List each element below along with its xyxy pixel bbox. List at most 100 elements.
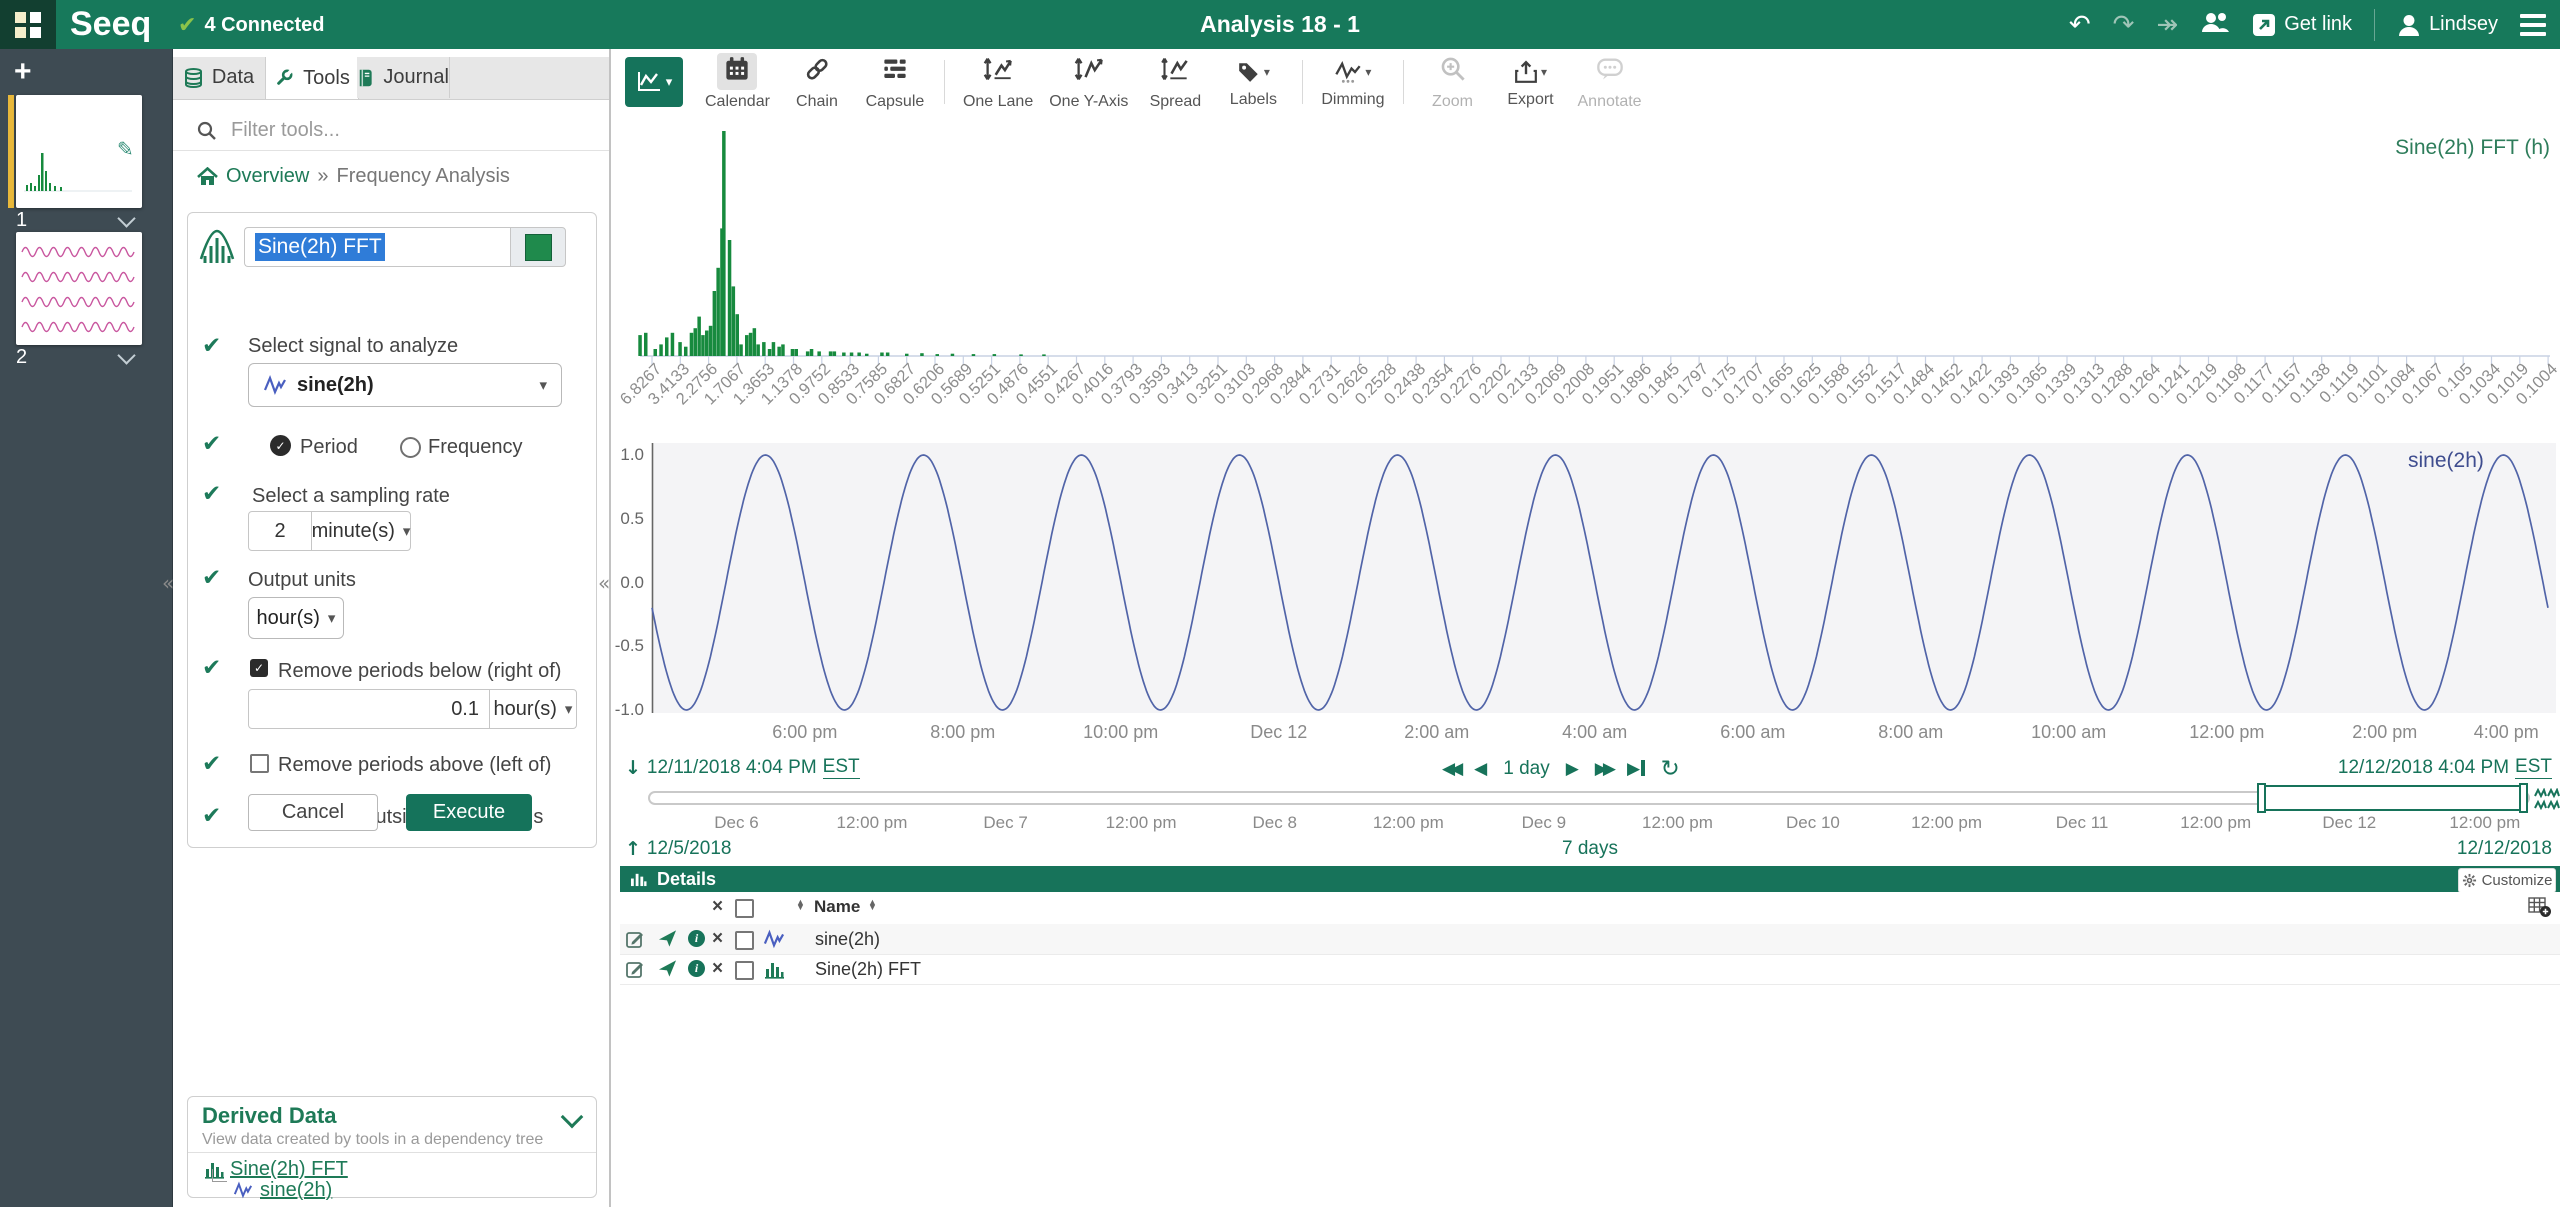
sine-trend-chart[interactable] [620, 440, 2560, 720]
hamburger-menu-icon[interactable] [2520, 14, 2546, 36]
toolbar-chain-button[interactable]: Chain [778, 53, 856, 111]
add-column-icon[interactable] [2528, 896, 2552, 918]
redo-icon[interactable]: ↷ [2113, 12, 2135, 38]
tab-data[interactable]: Data [173, 57, 266, 98]
cancel-button[interactable]: Cancel [248, 794, 378, 831]
remove-below-checkbox[interactable]: ✓ [250, 659, 268, 677]
user-menu[interactable]: Lindsey [2397, 13, 2498, 37]
signal-select[interactable]: sine(2h) ▾ [248, 363, 562, 407]
derived-item-fft[interactable]: Sine(2h) FFT [230, 1158, 348, 1181]
toolbar-dimming-button[interactable]: ▾ Dimming [1313, 56, 1392, 109]
select-all-checkbox[interactable] [735, 899, 754, 918]
sine-x-tick-label: 8:00 am [1851, 722, 1971, 743]
range-start[interactable]: ↓ 12/11/2018 4:04 PM EST [625, 756, 860, 779]
toolbar-zoom-button[interactable]: Zoom [1414, 53, 1492, 111]
remove-below-unit-select[interactable]: hour(s)▾ [489, 689, 577, 729]
sine-series-label[interactable]: sine(2h) [2408, 449, 2484, 473]
topbar-actions: ↶ ↷ ↠ Get link Lindsey [2069, 0, 2546, 49]
wave-zoom-icon[interactable] [2534, 788, 2560, 815]
toolbar-labels-button[interactable]: ▾ Labels [1214, 56, 1292, 109]
info-icon[interactable]: i [688, 930, 705, 947]
execute-button[interactable]: Execute [406, 794, 532, 831]
divider [2374, 9, 2375, 41]
tab-tools[interactable]: Tools [265, 57, 359, 99]
worksheet-thumbnail-1[interactable]: ✎ [16, 95, 142, 208]
toolbar-spread-button[interactable]: Spread [1136, 53, 1214, 111]
step-to-end-icon[interactable]: ▶ [1627, 759, 1645, 779]
edit-pencil-icon[interactable]: ✎ [117, 137, 134, 161]
tab-bar: Data Tools Journal [173, 57, 609, 100]
chevron-down-icon[interactable] [117, 209, 135, 227]
users-icon[interactable] [2200, 10, 2230, 39]
toolbar-one-lane-button[interactable]: One Lane [955, 53, 1041, 111]
selection-right-handle[interactable] [2519, 783, 2528, 813]
investigate-tick-label: 12:00 pm [2156, 813, 2276, 833]
customize-button[interactable]: Customize [2458, 868, 2556, 893]
sampling-unit-select[interactable]: minute(s)▾ [311, 511, 411, 551]
view-mode-button[interactable]: ▾ [625, 57, 683, 107]
step-forward-icon[interactable]: ▶ [1566, 759, 1579, 779]
toolbar-export-button[interactable]: ▾ Export [1492, 56, 1570, 109]
period-radio[interactable]: ✓ [270, 435, 291, 456]
send-icon[interactable] [658, 959, 677, 983]
one-lane-icon [983, 56, 1013, 82]
worksheet-thumbnail-2[interactable] [16, 232, 142, 345]
undo-icon[interactable]: ↶ [2069, 12, 2091, 38]
toolbar-annotate-button[interactable]: Annotate [1570, 53, 1650, 111]
fft-bar-chart[interactable] [620, 118, 2560, 368]
details-row-sine[interactable]: i × sine(2h) [620, 924, 2560, 955]
remove-icon[interactable]: × [712, 929, 723, 948]
chevron-down-icon[interactable] [117, 346, 135, 364]
bar-chart-icon [764, 959, 784, 979]
details-row-fft[interactable]: i × Sine(2h) FFT [620, 954, 2560, 985]
collapse-left-handle[interactable]: « [162, 571, 174, 595]
tab-journal[interactable]: Journal [357, 57, 450, 98]
investigate-duration[interactable]: 7 days [620, 838, 2560, 860]
color-picker-button[interactable] [510, 227, 566, 267]
sort-icon[interactable]: ▲▼ [868, 900, 877, 910]
investigate-tick-label: 12:00 pm [2425, 813, 2545, 833]
step-check-icon: ✔ [202, 803, 221, 829]
investigate-selection[interactable] [2261, 785, 2524, 811]
redo-all-icon[interactable]: ↠ [2156, 12, 2178, 38]
toolbar-one-y-axis-button[interactable]: One Y-Axis [1041, 53, 1136, 111]
step-back-icon[interactable]: ◀ [1474, 759, 1487, 779]
signal-icon [263, 374, 287, 396]
name-column-header[interactable]: Name [814, 897, 860, 917]
remove-all-icon[interactable]: × [712, 897, 723, 916]
send-icon[interactable] [658, 929, 677, 953]
investigate-range-track[interactable] [648, 791, 2530, 805]
tool-name-input[interactable]: Sine(2h) FFT [244, 227, 510, 267]
edit-icon[interactable] [626, 960, 645, 979]
toolbar-calendar-button[interactable]: Calendar [697, 53, 778, 111]
remove-below-value-input[interactable]: 0.1 [248, 689, 490, 729]
filter-tools-input[interactable] [229, 118, 563, 143]
sort-icon[interactable]: ▲▼ [796, 900, 805, 910]
chevron-down-icon[interactable] [561, 1106, 584, 1129]
auto-update-icon[interactable]: ↻ [1661, 756, 1680, 782]
selection-left-handle[interactable] [2257, 783, 2266, 813]
frequency-radio[interactable] [400, 437, 421, 458]
get-link-button[interactable]: Get link [2252, 13, 2352, 37]
toolbar-capsule-button[interactable]: Capsule [856, 53, 934, 111]
investigate-end[interactable]: 12/12/2018 [2457, 838, 2552, 860]
fft-x-axis-labels: 6.82673.41332.27561.70671.36531.13780.97… [620, 356, 2560, 422]
info-icon[interactable]: i [688, 960, 705, 977]
row-checkbox[interactable] [735, 961, 754, 980]
output-unit-select[interactable]: hour(s)▾ [248, 597, 344, 639]
range-duration[interactable]: 1 day [1503, 758, 1549, 780]
sampling-value-input[interactable]: 2 [248, 511, 312, 551]
spread-icon [1161, 56, 1189, 82]
row-checkbox[interactable] [735, 931, 754, 950]
range-end[interactable]: 12/12/2018 4:04 PM EST [2338, 756, 2552, 779]
step-forward-half-icon[interactable]: ▶▶ [1595, 759, 1611, 779]
frequency-label: Frequency [428, 436, 523, 459]
home-icon[interactable] [197, 167, 218, 186]
breadcrumb-overview[interactable]: Overview [226, 165, 309, 188]
derived-item-sine[interactable]: sine(2h) [260, 1179, 332, 1202]
remove-icon[interactable]: × [712, 959, 723, 978]
step-back-half-icon[interactable]: ◀◀ [1442, 759, 1458, 779]
add-worksheet-button[interactable]: + [14, 57, 32, 87]
remove-above-checkbox[interactable] [250, 754, 269, 773]
edit-icon[interactable] [626, 930, 645, 949]
